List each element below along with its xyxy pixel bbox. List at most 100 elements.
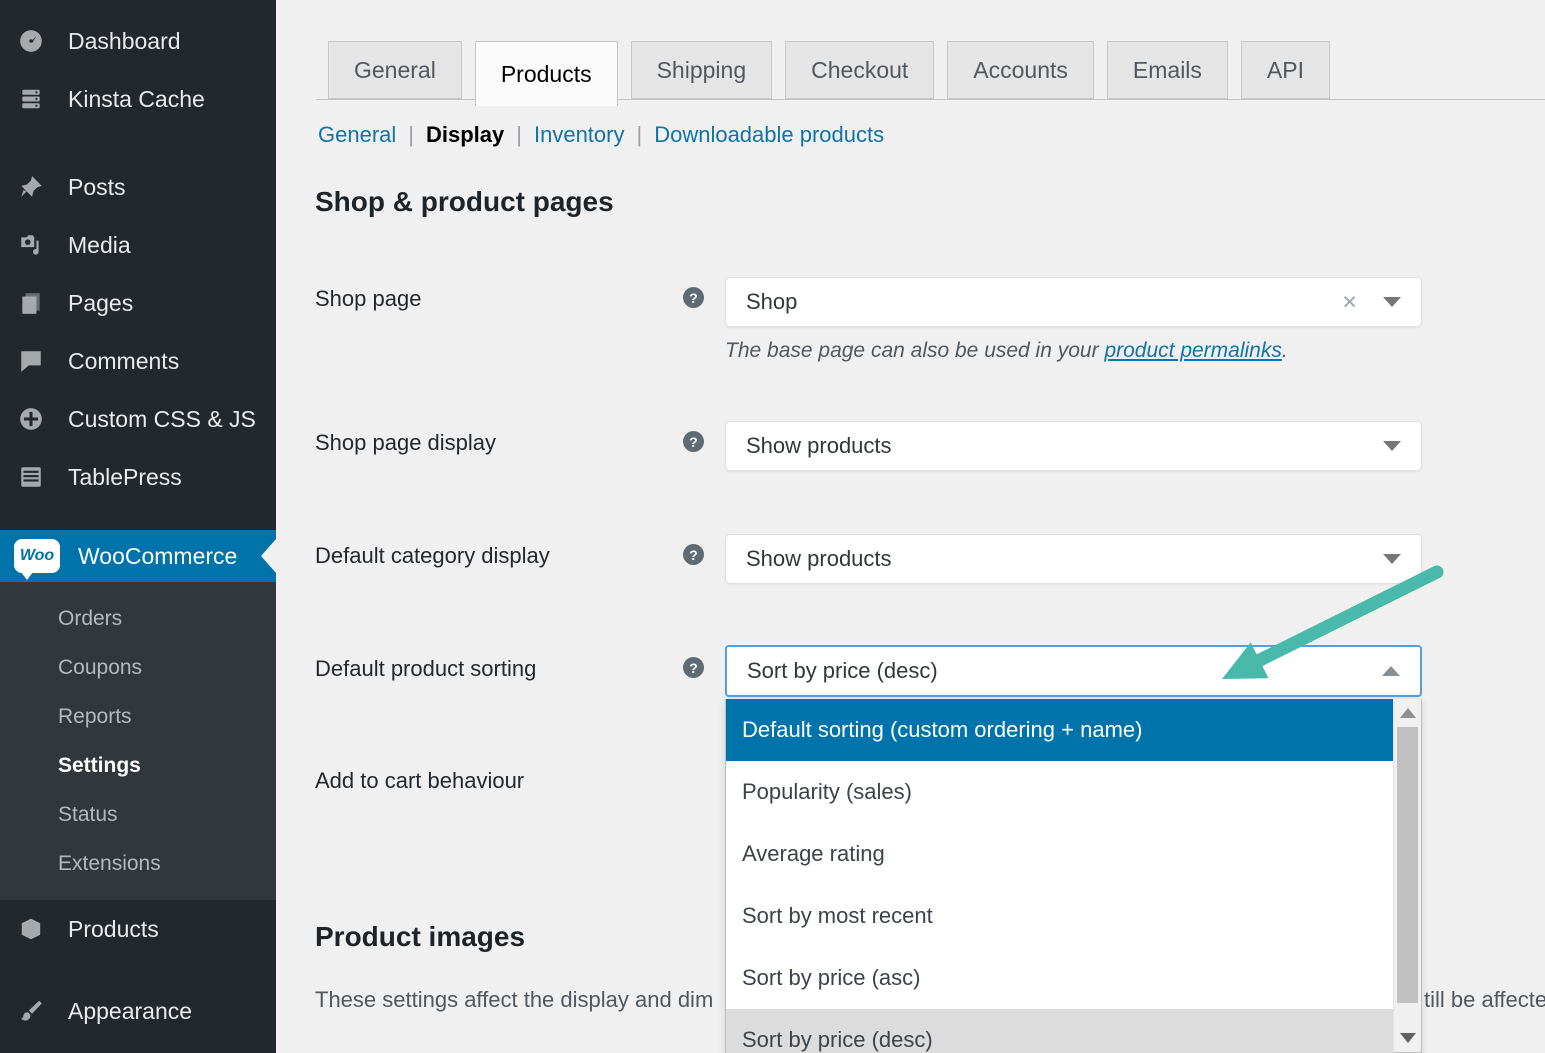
shop-page-select-value: Shop — [746, 289, 797, 315]
shop-page-description: The base page can also be used in your p… — [725, 339, 1288, 363]
shop-page-select[interactable]: Shop × — [725, 277, 1422, 327]
submenu-item-orders[interactable]: Orders — [0, 594, 276, 643]
dropdown-option-popularity[interactable]: Popularity (sales) — [726, 761, 1394, 823]
shop-page-label: Shop page — [315, 286, 421, 312]
help-icon[interactable]: ? — [683, 287, 704, 308]
sidebar-item-kinsta-cache[interactable]: Kinsta Cache — [0, 70, 276, 128]
dropdown-option-price-asc[interactable]: Sort by price (asc) — [726, 947, 1394, 1009]
submenu-item-extensions[interactable]: Extensions — [0, 839, 276, 888]
sidebar-item-custom-css-js[interactable]: Custom CSS & JS — [0, 390, 276, 448]
settings-content: General Products Shipping Checkout Accou… — [276, 0, 1545, 1053]
product-images-description-right: till be affecte — [1424, 987, 1545, 1013]
subnav-link-display[interactable]: Display — [426, 122, 504, 148]
sidebar-separator — [0, 506, 276, 530]
dropdown-option-default-sorting[interactable]: Default sorting (custom ordering + name) — [726, 699, 1394, 761]
dropdown-scrollbar[interactable] — [1393, 699, 1421, 1052]
submenu-item-coupons[interactable]: Coupons — [0, 643, 276, 692]
current-menu-arrow — [261, 539, 276, 573]
dropdown-option-most-recent[interactable]: Sort by most recent — [726, 885, 1394, 947]
sidebar-item-media[interactable]: Media — [0, 216, 276, 274]
sidebar-item-label: Pages — [68, 290, 133, 317]
sidebar-item-tablepress[interactable]: TablePress — [0, 448, 276, 506]
subnav-separator: | — [408, 122, 414, 148]
tab-emails[interactable]: Emails — [1107, 41, 1228, 99]
default-category-display-select-value: Show products — [746, 546, 892, 572]
help-icon[interactable]: ? — [683, 657, 704, 678]
submenu-item-settings[interactable]: Settings — [0, 741, 276, 790]
description-text: The base page can also be used in your — [725, 339, 1104, 362]
sidebar-item-comments[interactable]: Comments — [0, 332, 276, 390]
woocommerce-settings-screen: Dashboard Kinsta Cache Posts Media — [0, 0, 1545, 1053]
chevron-down-icon — [1383, 554, 1401, 564]
description-text: . — [1282, 339, 1288, 362]
section-title-shop-product-pages: Shop & product pages — [315, 186, 614, 218]
woocommerce-icon: Woo — [14, 539, 60, 573]
scroll-up-icon[interactable] — [1400, 708, 1416, 718]
media-icon — [16, 230, 46, 260]
scrollbar-thumb[interactable] — [1397, 727, 1418, 1003]
sidebar-item-label: WooCommerce — [78, 543, 237, 570]
help-icon[interactable]: ? — [683, 544, 704, 565]
sidebar-separator — [0, 958, 276, 982]
default-product-sorting-label: Default product sorting — [315, 656, 536, 682]
sidebar-separator — [0, 128, 276, 158]
tab-checkout[interactable]: Checkout — [785, 41, 934, 99]
chevron-up-icon — [1382, 666, 1400, 676]
sidebar-item-label: Dashboard — [68, 28, 181, 55]
tab-accounts[interactable]: Accounts — [947, 41, 1094, 99]
table-icon — [16, 462, 46, 492]
comment-icon — [16, 346, 46, 376]
subnav-link-general[interactable]: General — [318, 122, 396, 148]
sidebar-item-label: Appearance — [68, 998, 192, 1025]
sidebar-item-dashboard[interactable]: Dashboard — [0, 12, 276, 70]
subnav-separator: | — [636, 122, 642, 148]
submenu-item-reports[interactable]: Reports — [0, 692, 276, 741]
sidebar-item-label: Posts — [68, 174, 126, 201]
plus-circle-icon — [16, 404, 46, 434]
sidebar-item-label: Products — [68, 916, 159, 943]
scroll-down-icon[interactable] — [1400, 1033, 1416, 1043]
add-to-cart-behaviour-label: Add to cart behaviour — [315, 768, 524, 794]
product-permalinks-link[interactable]: product permalinks — [1104, 339, 1281, 362]
dashboard-icon — [16, 26, 46, 56]
shop-page-display-select[interactable]: Show products — [725, 421, 1422, 471]
dropdown-option-price-desc[interactable]: Sort by price (desc) — [726, 1009, 1394, 1053]
sidebar-item-appearance[interactable]: Appearance — [0, 982, 276, 1040]
sidebar-item-posts[interactable]: Posts — [0, 158, 276, 216]
chevron-down-icon — [1383, 441, 1401, 451]
subnav-link-inventory[interactable]: Inventory — [534, 122, 625, 148]
product-images-description-left: These settings affect the display and di… — [315, 987, 713, 1013]
subnav-link-downloadable-products[interactable]: Downloadable products — [654, 122, 884, 148]
server-icon — [16, 84, 46, 114]
default-product-sorting-select-value: Sort by price (desc) — [747, 658, 938, 684]
sidebar-item-label: Media — [68, 232, 131, 259]
tab-general[interactable]: General — [328, 41, 462, 99]
products-subnav: General | Display | Inventory | Download… — [318, 122, 884, 148]
admin-sidebar: Dashboard Kinsta Cache Posts Media — [0, 0, 276, 1053]
tab-products[interactable]: Products — [475, 41, 618, 106]
default-category-display-select[interactable]: Show products — [725, 534, 1422, 584]
sidebar-item-woocommerce[interactable]: Woo WooCommerce — [0, 530, 276, 582]
sidebar-item-label: Custom CSS & JS — [68, 406, 256, 433]
dropdown-option-average-rating[interactable]: Average rating — [726, 823, 1394, 885]
default-product-sorting-select[interactable]: Sort by price (desc) — [725, 645, 1422, 697]
section-title-product-images: Product images — [315, 921, 525, 953]
woocommerce-submenu: Orders Coupons Reports Settings Status E… — [0, 582, 276, 900]
sidebar-item-label: Kinsta Cache — [68, 86, 205, 113]
sidebar-item-pages[interactable]: Pages — [0, 274, 276, 332]
help-icon[interactable]: ? — [683, 431, 704, 452]
box-icon — [16, 914, 46, 944]
settings-tabs: General Products Shipping Checkout Accou… — [328, 41, 1330, 106]
pin-icon — [16, 172, 46, 202]
tab-api[interactable]: API — [1241, 41, 1330, 99]
clear-selection-icon[interactable]: × — [1342, 290, 1357, 315]
pages-icon — [16, 288, 46, 318]
sorting-dropdown-list: Default sorting (custom ordering + name)… — [725, 699, 1422, 1053]
default-category-display-label: Default category display — [315, 543, 550, 569]
chevron-down-icon — [1383, 297, 1401, 307]
sidebar-item-products[interactable]: Products — [0, 900, 276, 958]
submenu-item-status[interactable]: Status — [0, 790, 276, 839]
sidebar-item-label: TablePress — [68, 464, 182, 491]
subnav-separator: | — [516, 122, 522, 148]
tab-shipping[interactable]: Shipping — [631, 41, 773, 99]
